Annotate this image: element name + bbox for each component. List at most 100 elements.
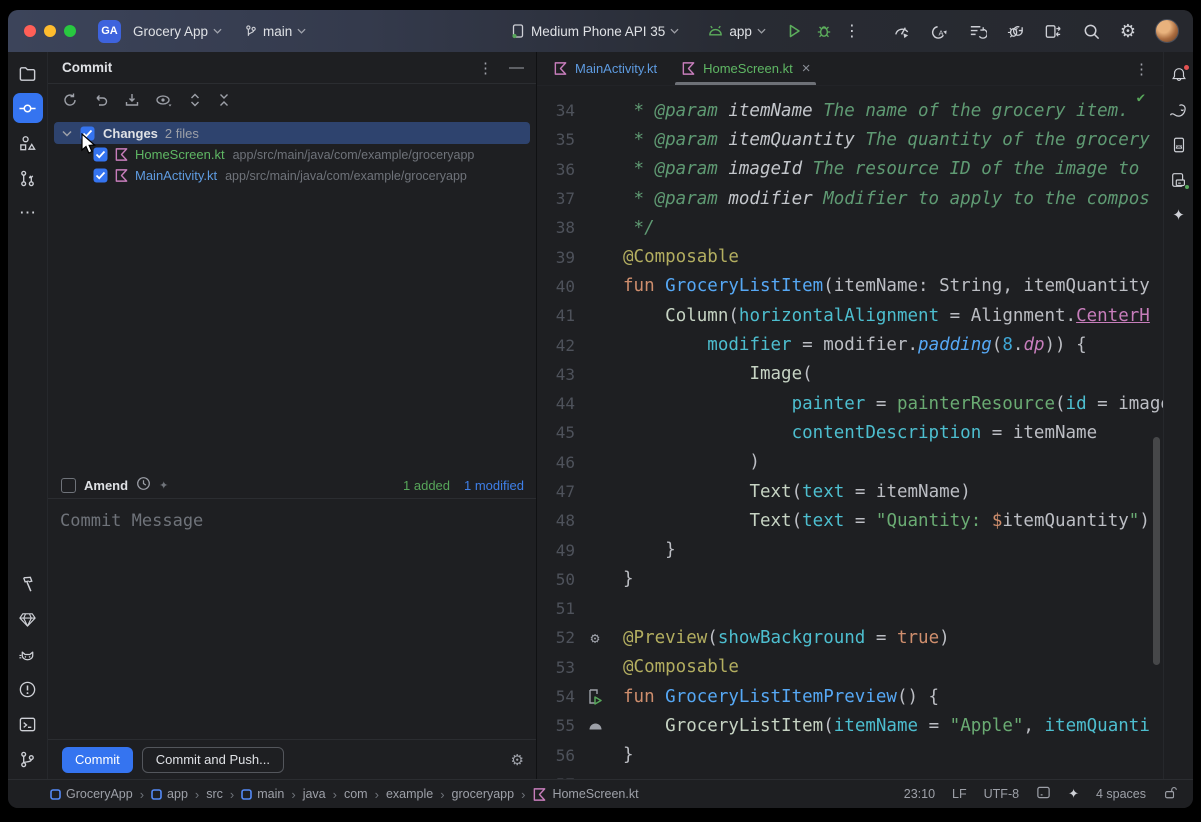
- editor-tab-options-kebab-icon[interactable]: ⋮: [1134, 60, 1149, 78]
- commit-toolwindow-button[interactable]: [13, 93, 43, 123]
- code-text[interactable]: Column(horizontalAlignment = Alignment.C…: [607, 306, 1150, 326]
- ai-status-spark-icon[interactable]: ✦: [1068, 786, 1079, 802]
- code-text[interactable]: }: [607, 569, 634, 589]
- file-encoding[interactable]: UTF-8: [984, 787, 1019, 801]
- structure-toolwindow-button[interactable]: [13, 128, 43, 158]
- project-selector[interactable]: Grocery App: [129, 21, 226, 42]
- line-ending[interactable]: LF: [952, 787, 967, 801]
- code-text[interactable]: fun GroceryListItem(itemName: String, it…: [607, 276, 1150, 296]
- code-text[interactable]: Text(text = itemName): [607, 482, 971, 502]
- gemini-spark-button[interactable]: ✦: [1166, 202, 1192, 228]
- ai-commit-message-icon[interactable]: ✦: [159, 479, 168, 492]
- minimize-window-button[interactable]: [44, 25, 56, 37]
- code-text[interactable]: @Composable: [607, 247, 739, 267]
- apply-code-changes-button[interactable]: A: [930, 22, 949, 41]
- notifications-button[interactable]: [1166, 62, 1192, 88]
- code-text[interactable]: fun GroceryListItemPreview() {: [607, 687, 939, 707]
- breadcrumb-item[interactable]: java: [303, 787, 326, 801]
- code-text[interactable]: Image(: [607, 364, 813, 384]
- breadcrumb-item[interactable]: main: [241, 787, 284, 801]
- settings-gear-icon[interactable]: ⚙: [1120, 21, 1136, 42]
- profiler-button[interactable]: [892, 22, 911, 41]
- code-text[interactable]: painter = painterResource(id = imageId: [607, 394, 1163, 414]
- more-actions-button[interactable]: ⋮: [840, 18, 864, 44]
- file-checkbox[interactable]: [93, 168, 108, 183]
- breadcrumb-item[interactable]: groceryapp: [452, 787, 515, 801]
- run-button[interactable]: [782, 20, 806, 42]
- debug-button[interactable]: [812, 20, 836, 42]
- modified-count[interactable]: 1 modified: [464, 478, 524, 493]
- breadcrumb-item[interactable]: app: [151, 787, 188, 801]
- code-text[interactable]: GroceryListItem(itemName = "Apple", item…: [607, 716, 1150, 736]
- tree-expand-chevron-icon[interactable]: [62, 130, 72, 137]
- code-text[interactable]: * @param itemName The name of the grocer…: [607, 101, 1129, 121]
- code-text[interactable]: @Composable: [607, 657, 739, 677]
- build-toolwindow-button[interactable]: [13, 569, 43, 599]
- logcat-toolwindow-button[interactable]: [13, 639, 43, 669]
- caret-position[interactable]: 23:10: [904, 787, 935, 801]
- zoom-window-button[interactable]: [64, 25, 76, 37]
- device-mirroring-button[interactable]: [1044, 22, 1063, 41]
- code-text[interactable]: ): [607, 452, 760, 472]
- commit-options-kebab-icon[interactable]: ⋮: [478, 59, 493, 77]
- project-toolwindow-button[interactable]: [13, 58, 43, 88]
- device-manager-toolwindow-button[interactable]: [1166, 167, 1192, 193]
- code-text[interactable]: }: [607, 540, 676, 560]
- pull-requests-toolwindow-button[interactable]: [13, 163, 43, 193]
- editor-vertical-scrollbar[interactable]: [1153, 437, 1160, 665]
- preview-settings-gear-icon[interactable]: ⚙: [590, 629, 599, 647]
- user-avatar[interactable]: [1155, 19, 1179, 43]
- amend-checkbox[interactable]: [61, 478, 76, 493]
- search-everywhere-button[interactable]: [1082, 22, 1101, 41]
- gemini-toolwindow-button[interactable]: [13, 604, 43, 634]
- breadcrumb-item[interactable]: src: [206, 787, 223, 801]
- commit-history-icon[interactable]: [136, 476, 151, 494]
- show-diff-preview-button[interactable]: [155, 92, 173, 108]
- collapse-all-button[interactable]: [217, 92, 231, 108]
- close-window-button[interactable]: [24, 25, 36, 37]
- code-editor[interactable]: 34 * @param itemName The name of the gro…: [537, 86, 1163, 779]
- code-text[interactable]: @Preview(showBackground = true): [607, 628, 950, 648]
- build-analyzer-button[interactable]: [968, 22, 987, 41]
- run-configuration-selector[interactable]: app: [703, 21, 770, 42]
- shelve-silently-button[interactable]: [124, 92, 140, 108]
- breadcrumb-item[interactable]: HomeScreen.kt: [532, 787, 638, 802]
- commit-and-push-button[interactable]: Commit and Push...: [142, 747, 284, 773]
- breadcrumb-item[interactable]: example: [386, 787, 433, 801]
- rollback-button[interactable]: [93, 92, 109, 108]
- code-text[interactable]: modifier = modifier.padding(8.dp)) {: [607, 335, 1087, 355]
- commit-message-input[interactable]: Commit Message: [48, 498, 536, 740]
- gradle-toolwindow-button[interactable]: [1166, 97, 1192, 123]
- branch-selector[interactable]: main: [240, 21, 310, 42]
- editor-tab[interactable]: MainActivity.kt: [541, 52, 669, 85]
- code-text[interactable]: * @param itemQuantity The quantity of th…: [607, 130, 1150, 150]
- changed-file-row[interactable]: MainActivity.ktapp/src/main/java/com/exa…: [48, 165, 536, 186]
- attach-debugger-button[interactable]: [1006, 22, 1025, 41]
- run-preview-icon[interactable]: [587, 688, 603, 705]
- running-devices-toolwindow-button[interactable]: [1166, 132, 1192, 158]
- added-count[interactable]: 1 added: [403, 478, 450, 493]
- breadcrumb-item[interactable]: GroceryApp: [50, 787, 133, 801]
- device-selector[interactable]: Medium Phone API 35: [506, 20, 683, 42]
- code-text[interactable]: */: [607, 218, 655, 238]
- breadcrumb-item[interactable]: com: [344, 787, 368, 801]
- hide-toolwindow-button[interactable]: —: [509, 59, 524, 76]
- code-text[interactable]: Text(text = "Quantity: $itemQuantity"): [607, 511, 1150, 531]
- inspections-ok-icon[interactable]: ✔: [1137, 90, 1145, 106]
- compose-preview-icon[interactable]: [588, 721, 603, 731]
- commit-settings-gear-icon[interactable]: ⚙: [511, 751, 524, 769]
- close-tab-icon[interactable]: ×: [802, 60, 811, 77]
- code-text[interactable]: contentDescription = itemName: [607, 423, 1097, 443]
- code-text[interactable]: }: [607, 745, 634, 765]
- terminal-toolwindow-button[interactable]: [13, 709, 43, 739]
- changes-group-row[interactable]: Changes 2 files: [54, 122, 530, 144]
- code-text[interactable]: * @param imageId The resource ID of the …: [607, 159, 1139, 179]
- code-text[interactable]: * @param modifier Modifier to apply to t…: [607, 189, 1150, 209]
- editor-tab[interactable]: HomeScreen.kt×: [669, 52, 822, 85]
- refresh-changes-button[interactable]: [62, 92, 78, 108]
- indent-setting[interactable]: 4 spaces: [1096, 787, 1146, 801]
- write-access-unlock-icon[interactable]: [1163, 785, 1177, 803]
- version-control-toolwindow-button[interactable]: [13, 744, 43, 774]
- reader-mode-icon[interactable]: [1036, 785, 1051, 803]
- more-toolwindows-button[interactable]: ⋯: [13, 198, 43, 228]
